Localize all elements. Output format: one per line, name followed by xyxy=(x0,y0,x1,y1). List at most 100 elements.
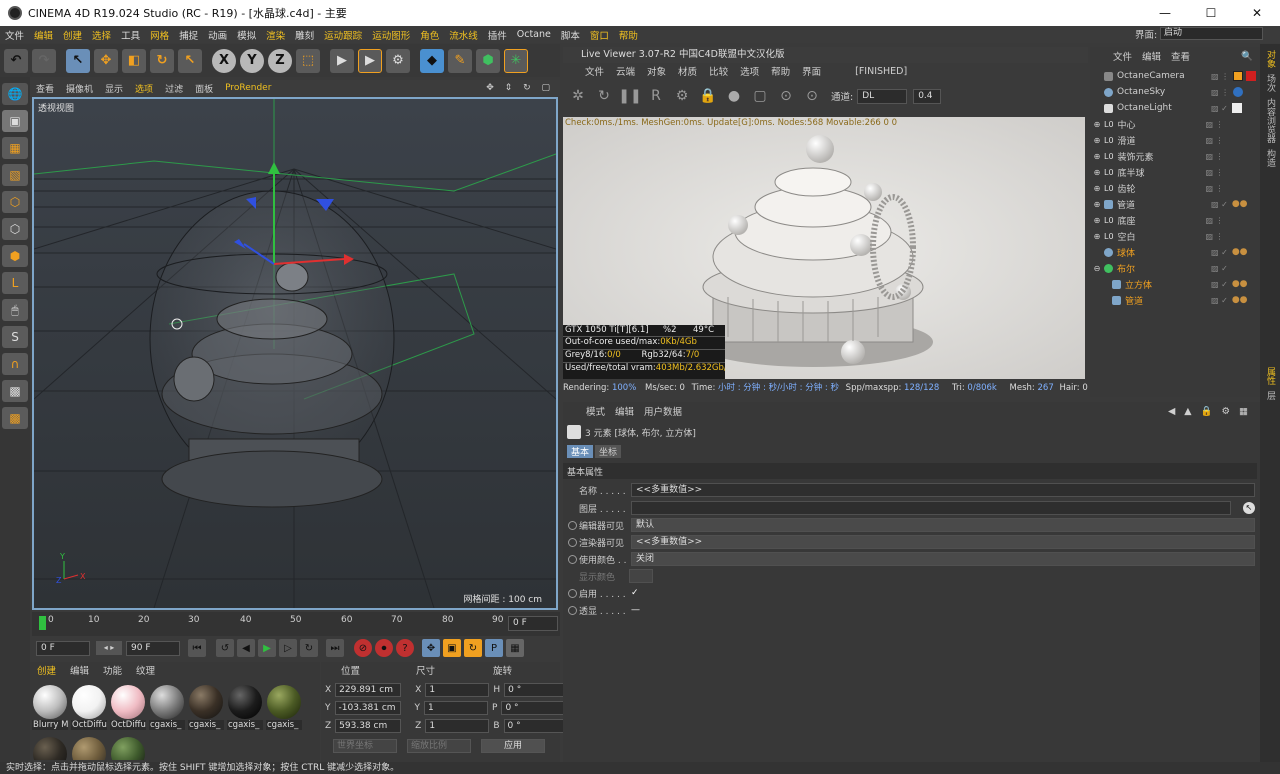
material-swatch[interactable]: cgaxis_ xyxy=(188,684,224,730)
axis-mode-icon[interactable]: L xyxy=(2,272,28,294)
viewport-menu-panel[interactable]: 面板 xyxy=(189,82,219,95)
scale-icon[interactable]: ◧ xyxy=(122,48,146,73)
animate-toggle-icon[interactable] xyxy=(568,605,577,615)
polygons-mode-icon[interactable]: ⬢ xyxy=(2,245,28,267)
key-pla-icon[interactable]: ▦ xyxy=(506,639,524,657)
object-row[interactable]: ⊕ L0 中心 ▨ ⋮ xyxy=(1090,116,1260,132)
rotation-h-field[interactable]: 0 ° xyxy=(504,683,569,697)
planar-workplane-icon[interactable]: ▩ xyxy=(2,407,28,429)
model-mode-icon[interactable]: ▣ xyxy=(2,110,28,132)
rotate-icon[interactable]: ↻ xyxy=(150,48,174,73)
play-icon[interactable]: ▶ xyxy=(258,639,276,657)
expand-icon[interactable]: ⊕ xyxy=(1090,168,1104,177)
render-picture-viewer-icon[interactable]: ▶ xyxy=(358,48,382,73)
menu-help[interactable]: 帮助 xyxy=(614,28,643,42)
visibility-toggle-icon[interactable]: ▨ ✓ xyxy=(1211,200,1228,209)
animate-toggle-icon[interactable] xyxy=(568,537,577,547)
attr-menu-edit[interactable]: 编辑 xyxy=(610,404,639,418)
expand-icon[interactable]: ⊕ xyxy=(1090,216,1104,225)
menu-edit[interactable]: 编辑 xyxy=(29,28,58,42)
menu-motion-tracking[interactable]: 运动跟踪 xyxy=(319,28,367,42)
material-tag-icon[interactable]: ●● xyxy=(1232,199,1248,209)
xray-checkbox[interactable]: — xyxy=(631,605,640,615)
snap-icon[interactable]: ∩ xyxy=(2,353,28,375)
end-frame-field[interactable]: 90 F xyxy=(126,640,180,656)
channel-select[interactable]: DL xyxy=(857,88,908,104)
viewport-menu-view[interactable]: 查看 xyxy=(30,82,60,95)
size-z-field[interactable]: 1 xyxy=(425,719,490,733)
maximize-button[interactable]: ☐ xyxy=(1188,0,1234,26)
axis-x-button[interactable]: X xyxy=(212,48,236,73)
timeline-ruler[interactable]: 0 10 20 30 40 50 60 70 80 90 0 F xyxy=(32,612,560,636)
object-row[interactable]: ⊕ L0 底座 ▨ ⋮ xyxy=(1090,212,1260,228)
tab-takes[interactable]: 场次 xyxy=(1263,74,1277,92)
lv-menu-objects[interactable]: 对象 xyxy=(641,64,672,78)
points-mode-icon[interactable]: ⬡ xyxy=(2,191,28,213)
render-image[interactable]: Check:0ms./1ms. MeshGen:0ms. Update[G]:0… xyxy=(563,117,1085,379)
material-swatch[interactable]: cgaxis_ xyxy=(227,684,263,730)
expand-icon[interactable]: ⊕ xyxy=(1090,152,1104,161)
autokey-icon[interactable]: ⏺ xyxy=(375,639,393,657)
frame-stepper-icon[interactable]: ◂ ▸ xyxy=(96,641,122,655)
object-row[interactable]: OctaneCamera ▨ ⋮ xyxy=(1090,68,1260,84)
send-scene-icon[interactable]: ✲ xyxy=(567,85,589,107)
editor-visible-select[interactable]: 默认 xyxy=(631,518,1255,532)
viewport-menu-filter[interactable]: 过滤 xyxy=(159,82,189,95)
solo-icon[interactable]: S xyxy=(2,326,28,348)
tweak-mode-icon[interactable]: 🖱 xyxy=(2,299,28,321)
layout-select[interactable]: 启动 xyxy=(1160,27,1263,40)
visibility-toggle-icon[interactable]: ▨ ✓ xyxy=(1211,248,1228,257)
name-field[interactable]: <<多重数值>> xyxy=(631,483,1255,497)
lv-menu-help[interactable]: 帮助 xyxy=(765,64,796,78)
tab-structure[interactable]: 构造 xyxy=(1263,149,1277,167)
lv-menu-options[interactable]: 选项 xyxy=(734,64,765,78)
object-row[interactable]: ⊖ 布尔 ▨ ✓ xyxy=(1090,260,1260,276)
tab-coordinates[interactable]: 坐标 xyxy=(595,444,622,458)
enabled-checkbox[interactable]: ✓ xyxy=(631,588,639,598)
object-row[interactable]: ⊕ 管道 ▨ ✓ ●● xyxy=(1090,196,1260,212)
goto-start-icon[interactable]: ⏮ xyxy=(188,639,206,657)
axis-z-button[interactable]: Z xyxy=(268,48,292,73)
material-picker-icon[interactable]: ⊙ xyxy=(801,85,823,107)
start-frame-field[interactable]: 0 F xyxy=(36,640,90,656)
rotation-p-field[interactable]: 0 ° xyxy=(501,701,566,715)
apply-button[interactable]: 应用 xyxy=(481,739,545,753)
material-tag-icon[interactable]: ●● xyxy=(1232,295,1248,305)
lv-menu-materials[interactable]: 材质 xyxy=(672,64,703,78)
menu-animate[interactable]: 动画 xyxy=(203,28,232,42)
scale-mode-select[interactable]: 缩放比例 xyxy=(407,739,471,753)
material-swatch[interactable] xyxy=(110,736,146,760)
keyframe-selection-icon[interactable]: ? xyxy=(396,639,414,657)
animate-toggle-icon[interactable] xyxy=(568,554,577,564)
tab-attributes[interactable]: 属性 xyxy=(1263,367,1277,385)
cube-object-icon[interactable]: ◆ xyxy=(420,48,444,73)
animate-toggle-icon[interactable] xyxy=(568,520,577,530)
material-swatch[interactable] xyxy=(71,736,107,760)
material-menu-create[interactable]: 创建 xyxy=(30,663,63,677)
make-editable-icon[interactable]: 🌐 xyxy=(2,83,28,105)
render-region-icon[interactable]: R xyxy=(645,85,667,107)
menu-render[interactable]: 渲染 xyxy=(261,28,290,42)
edges-mode-icon[interactable]: ⬡ xyxy=(2,218,28,240)
environment-tag-icon[interactable] xyxy=(1233,87,1244,97)
object-row[interactable]: OctaneLight ▨ ✓ xyxy=(1090,100,1260,116)
object-row[interactable]: 管道 ▨ ✓ ●● xyxy=(1090,292,1260,308)
expand-icon[interactable]: ⊕ xyxy=(1090,136,1104,145)
menu-simulate[interactable]: 模拟 xyxy=(232,28,261,42)
menu-pipeline[interactable]: 流水线 xyxy=(444,28,483,42)
menu-tools[interactable]: 工具 xyxy=(116,28,145,42)
render-view-icon[interactable]: ▶ xyxy=(330,48,354,73)
region-icon[interactable]: ▢ xyxy=(749,85,771,107)
minimize-button[interactable]: — xyxy=(1142,0,1188,26)
lv-menu-cloud[interactable]: 云端 xyxy=(610,64,641,78)
om-menu-view[interactable]: 查看 xyxy=(1166,49,1195,63)
expand-icon[interactable]: ⊕ xyxy=(1090,200,1104,209)
camera-imager-tag-icon[interactable] xyxy=(1246,71,1257,81)
om-menu-edit[interactable]: 编辑 xyxy=(1137,49,1166,63)
next-frame-icon[interactable]: ▷ xyxy=(279,639,297,657)
menu-select[interactable]: 选择 xyxy=(87,28,116,42)
goto-end-icon[interactable]: ⏭ xyxy=(326,639,344,657)
position-x-field[interactable]: 229.891 cm xyxy=(335,683,402,697)
material-menu-edit[interactable]: 编辑 xyxy=(63,663,96,677)
coordinate-system-icon[interactable]: ⬚ xyxy=(296,48,320,73)
